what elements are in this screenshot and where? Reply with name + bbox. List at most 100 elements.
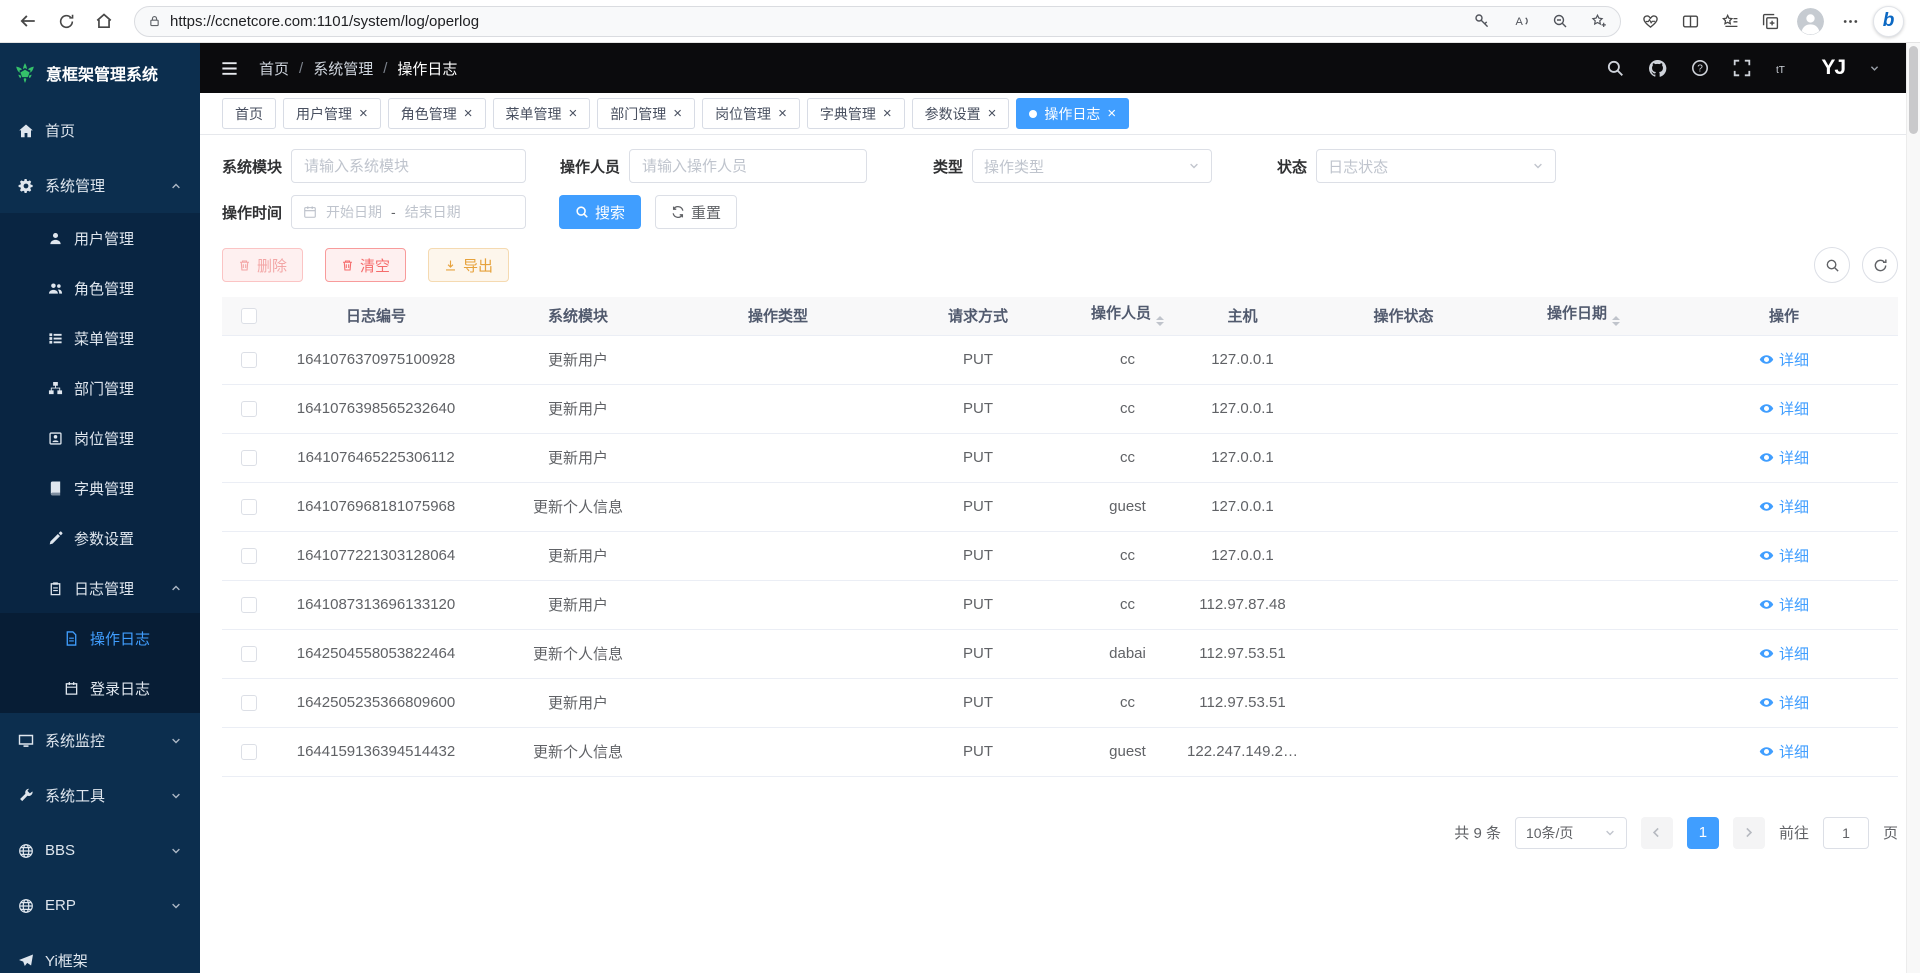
zoom-out-icon[interactable] — [1545, 8, 1575, 35]
sort-carets-icon[interactable] — [1612, 312, 1620, 330]
tab-close-icon[interactable]: × — [883, 106, 892, 121]
browser-more-icon[interactable] — [1833, 4, 1867, 38]
row-checkbox[interactable] — [241, 744, 257, 760]
tab[interactable]: 角色管理 × — [388, 98, 486, 129]
tab-close-icon[interactable]: × — [359, 106, 368, 121]
collapse-menu-button[interactable] — [220, 59, 239, 78]
sidebar-item-bbs[interactable]: BBS — [0, 823, 200, 878]
sidebar-item-login-log[interactable]: 登录日志 — [0, 663, 200, 713]
tab[interactable]: 首页 — [222, 98, 276, 129]
breadcrumb-item[interactable]: 系统管理 — [313, 58, 373, 79]
detail-link[interactable]: 详细 — [1759, 545, 1809, 566]
github-icon[interactable] — [1648, 59, 1667, 78]
read-aloud-icon[interactable]: A — [1506, 8, 1536, 35]
type-select[interactable]: 操作类型 — [972, 149, 1212, 183]
tab[interactable]: 菜单管理 × — [493, 98, 591, 129]
sidebar-item-dictionary[interactable]: 字典管理 — [0, 463, 200, 513]
module-input[interactable] — [291, 149, 526, 183]
col-date-sortable[interactable]: 操作日期 — [1497, 297, 1670, 335]
browser-essentials-icon[interactable] — [1633, 4, 1667, 38]
favorites-bar-icon[interactable] — [1713, 4, 1747, 38]
sidebar-item-home[interactable]: 首页 — [0, 103, 200, 158]
clear-button[interactable]: 清空 — [325, 248, 406, 282]
sidebar-item-parameters[interactable]: 参数设置 — [0, 513, 200, 563]
reset-button[interactable]: 重置 — [655, 195, 737, 229]
tab-close-icon[interactable]: × — [778, 106, 787, 121]
browser-refresh-button[interactable] — [48, 4, 84, 38]
tab-close-icon[interactable]: × — [673, 106, 682, 121]
profile-avatar[interactable] — [1793, 4, 1827, 38]
sidebar-item-erp[interactable]: ERP — [0, 878, 200, 933]
refresh-table-button[interactable] — [1862, 247, 1898, 283]
tab[interactable]: 字典管理 × — [807, 98, 905, 129]
help-icon[interactable]: ? — [1691, 59, 1709, 77]
tab[interactable]: 操作日志 × — [1016, 98, 1129, 129]
sidebar-item-monitoring[interactable]: 系统监控 — [0, 713, 200, 768]
sidebar-item-departments[interactable]: 部门管理 — [0, 363, 200, 413]
date-range-picker[interactable]: 开始日期 - 结束日期 — [291, 195, 526, 229]
address-bar[interactable]: https://ccnetcore.com:1101/system/log/op… — [134, 6, 1621, 37]
user-logo[interactable]: YJ — [1821, 56, 1845, 80]
password-key-icon[interactable] — [1467, 8, 1497, 35]
fullscreen-icon[interactable] — [1733, 59, 1751, 77]
row-checkbox[interactable] — [241, 499, 257, 515]
row-checkbox[interactable] — [241, 646, 257, 662]
row-checkbox[interactable] — [241, 401, 257, 417]
row-checkbox[interactable] — [241, 450, 257, 466]
tab-close-icon[interactable]: × — [464, 106, 473, 121]
search-button[interactable]: 搜索 — [559, 195, 641, 229]
breadcrumb-item[interactable]: 首页 — [259, 58, 289, 79]
detail-link[interactable]: 详细 — [1759, 643, 1809, 664]
sidebar-item-posts[interactable]: 岗位管理 — [0, 413, 200, 463]
detail-link[interactable]: 详细 — [1759, 741, 1809, 762]
detail-link[interactable]: 详细 — [1759, 349, 1809, 370]
sidebar-item-yi-framework[interactable]: Yi框架 — [0, 933, 200, 973]
tab[interactable]: 用户管理 × — [283, 98, 381, 129]
tab-close-icon[interactable]: × — [569, 106, 578, 121]
row-checkbox[interactable] — [241, 352, 257, 368]
delete-button[interactable]: 删除 — [222, 248, 303, 282]
sidebar-item-roles[interactable]: 角色管理 — [0, 263, 200, 313]
tab[interactable]: 岗位管理 × — [702, 98, 800, 129]
detail-link[interactable]: 详细 — [1759, 594, 1809, 615]
collections-icon[interactable] — [1753, 4, 1787, 38]
browser-back-button[interactable] — [10, 4, 46, 38]
tab-close-icon[interactable]: × — [988, 106, 997, 121]
sort-carets-icon[interactable] — [1156, 312, 1164, 330]
toggle-search-button[interactable] — [1814, 247, 1850, 283]
url-text[interactable]: https://ccnetcore.com:1101/system/log/op… — [170, 13, 1458, 30]
split-screen-icon[interactable] — [1673, 4, 1707, 38]
font-size-icon[interactable]: tT — [1775, 59, 1797, 77]
page-number-current[interactable]: 1 — [1687, 817, 1719, 849]
tab[interactable]: 部门管理 × — [597, 98, 695, 129]
detail-link[interactable]: 详细 — [1759, 447, 1809, 468]
row-checkbox[interactable] — [241, 695, 257, 711]
detail-link[interactable]: 详细 — [1759, 496, 1809, 517]
tab-close-icon[interactable]: × — [1107, 106, 1116, 121]
row-checkbox[interactable] — [241, 597, 257, 613]
chevron-down-icon[interactable] — [1869, 63, 1880, 74]
status-select[interactable]: 日志状态 — [1316, 149, 1556, 183]
sidebar-item-operation-log[interactable]: 操作日志 — [0, 613, 200, 663]
sidebar-item-log-management[interactable]: 日志管理 — [0, 563, 200, 613]
header-search-icon[interactable] — [1606, 59, 1624, 77]
prev-page-button[interactable] — [1641, 817, 1673, 849]
row-checkbox[interactable] — [241, 548, 257, 564]
bing-discover-icon[interactable]: b — [1873, 6, 1904, 37]
export-button[interactable]: 导出 — [428, 248, 509, 282]
tab[interactable]: 参数设置 × — [912, 98, 1010, 129]
sidebar-item-tools[interactable]: 系统工具 — [0, 768, 200, 823]
select-all-checkbox[interactable] — [241, 308, 257, 324]
detail-link[interactable]: 详细 — [1759, 692, 1809, 713]
col-operator-sortable[interactable]: 操作人员 — [1080, 297, 1175, 335]
detail-link[interactable]: 详细 — [1759, 398, 1809, 419]
sidebar-item-menus[interactable]: 菜单管理 — [0, 313, 200, 363]
page-scrollbar[interactable] — [1906, 43, 1920, 973]
sidebar-item-system[interactable]: 系统管理 — [0, 158, 200, 213]
sidebar-item-users[interactable]: 用户管理 — [0, 213, 200, 263]
add-favorite-icon[interactable] — [1584, 8, 1614, 35]
scrollbar-thumb[interactable] — [1909, 46, 1918, 134]
browser-home-button[interactable] — [86, 4, 122, 38]
page-size-select[interactable]: 10条/页 — [1515, 817, 1627, 849]
next-page-button[interactable] — [1733, 817, 1765, 849]
